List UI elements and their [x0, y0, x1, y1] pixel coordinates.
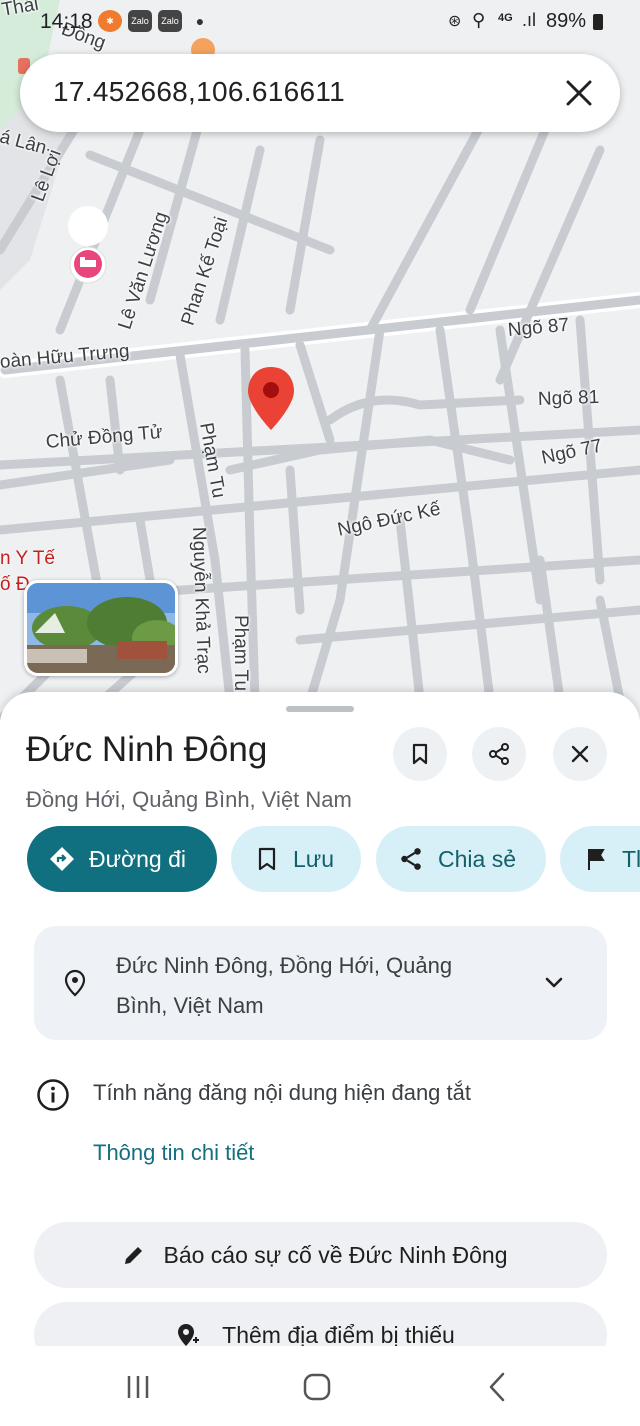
xiaomi-icon: ✱: [98, 10, 122, 32]
location-pin-icon: [64, 969, 86, 997]
place-sheet: Đức Ninh Đông Đồng Hới, Quảng Bình, Việt…: [0, 692, 640, 1426]
add-missing-label: Thêm địa điểm bị thiếu: [222, 1322, 455, 1348]
location-status-icon: ⚲: [472, 10, 486, 30]
search-input[interactable]: 17.452668,106.616611: [53, 76, 345, 108]
street-view-thumbnail[interactable]: [24, 580, 178, 676]
search-bar[interactable]: 17.452668,106.616611: [20, 54, 620, 132]
report-issue-label: Báo cáo sự cố về Đức Ninh Đông: [163, 1242, 508, 1268]
share-icon: [401, 848, 421, 870]
details-link[interactable]: Thông tin chi tiết: [93, 1140, 254, 1166]
map-label: Phạm Tu: [230, 615, 251, 692]
bookmark-icon: [412, 743, 428, 765]
directions-icon: [50, 847, 74, 871]
status-time: 14:18: [40, 10, 93, 33]
report-label: Tl: [622, 846, 640, 872]
close-icon: [571, 745, 589, 763]
back-icon[interactable]: [483, 1371, 511, 1403]
recent-apps-icon[interactable]: [123, 1372, 153, 1402]
bookmark-icon: [258, 847, 276, 871]
data-saver-icon: ⊛: [448, 13, 462, 30]
flag-icon: [588, 849, 605, 870]
report-chip-button[interactable]: Tl: [560, 826, 640, 892]
posting-disabled-notice: Tính năng đăng nội dung hiện đang tắt: [93, 1080, 471, 1105]
save-label: Lưu: [293, 846, 334, 872]
hotel-poi-icon[interactable]: [68, 206, 109, 284]
share-icon: [489, 743, 509, 765]
signal-icon: .ıl: [522, 10, 537, 30]
pencil-icon: [125, 1247, 142, 1264]
address-card[interactable]: Đức Ninh Đông, Đồng Hới, Quảng Bình, Việ…: [34, 926, 607, 1040]
close-sheet-button[interactable]: [553, 727, 607, 781]
battery-icon: [593, 14, 603, 30]
close-icon[interactable]: [558, 72, 600, 114]
share-button[interactable]: [472, 727, 526, 781]
save-chip-button[interactable]: Lưu: [231, 826, 361, 892]
network-type-icon: 4G: [498, 12, 513, 24]
map-poi-label: n Y Tế: [0, 548, 55, 569]
add-location-icon: [178, 1324, 199, 1346]
battery-label: 89%: [546, 10, 587, 32]
zalo-icon: Zalo: [128, 10, 152, 32]
share-label: Chia sẻ: [438, 846, 516, 872]
info-icon: [37, 1079, 69, 1111]
address-text: Đức Ninh Đông, Đồng Hới, Quảng Bình, Việ…: [116, 953, 453, 1018]
dot-icon: ●: [195, 13, 205, 29]
drag-handle[interactable]: [286, 706, 354, 712]
report-issue-button[interactable]: Báo cáo sự cố về Đức Ninh Đông: [34, 1222, 607, 1288]
share-chip-button[interactable]: Chia sẻ: [376, 826, 546, 892]
system-nav-bar: [0, 1346, 640, 1426]
location-pin-icon[interactable]: [248, 367, 294, 430]
directions-label: Đường đi: [89, 846, 186, 872]
save-bookmark-button[interactable]: [393, 727, 447, 781]
place-subtitle: Đồng Hới, Quảng Bình, Việt Nam: [26, 787, 352, 812]
chevron-down-icon[interactable]: [542, 970, 566, 994]
zalo-icon: Zalo: [158, 10, 182, 32]
map-label: Ngõ 81: [537, 386, 600, 410]
home-icon[interactable]: [301, 1371, 333, 1403]
place-title: Đức Ninh Đông: [26, 730, 268, 769]
directions-button[interactable]: Đường đi: [27, 826, 217, 892]
status-bar: 14:18 ✱ Zalo Zalo ● ⊛ ⚲ 4G .ıl 89%: [0, 0, 640, 44]
street-view-photo: [27, 583, 175, 673]
